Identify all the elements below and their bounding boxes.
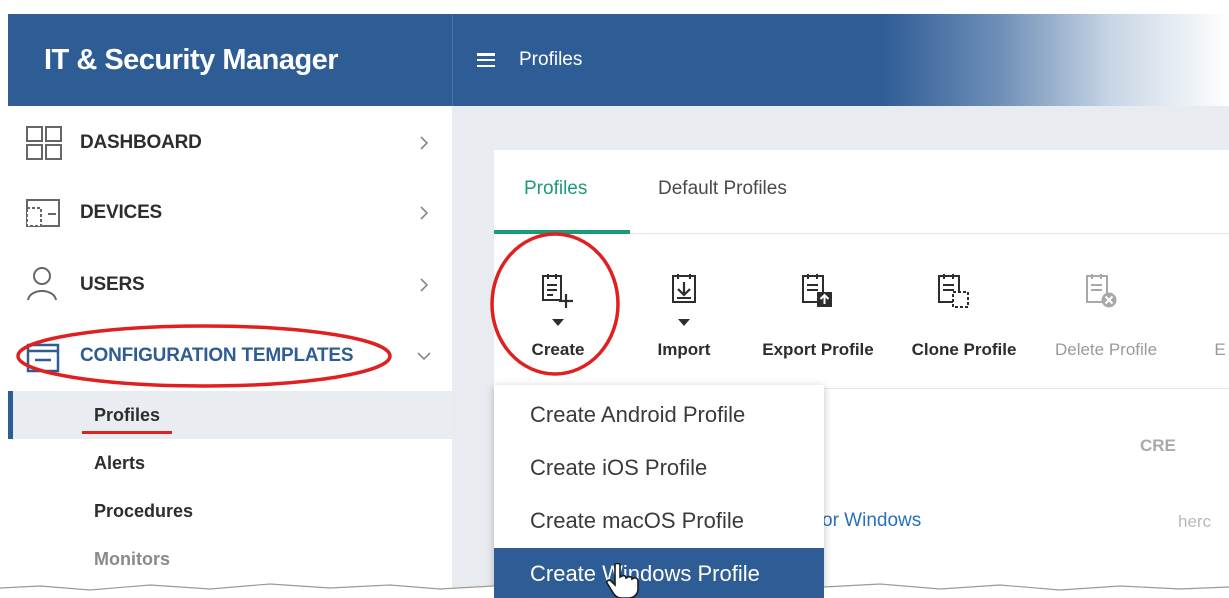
subitem-label: Profiles bbox=[94, 404, 161, 425]
tab-bar: Profiles Default Profiles bbox=[494, 150, 1229, 234]
devices-icon bbox=[26, 199, 60, 227]
truncated-toolbar-label: E bbox=[1214, 340, 1226, 359]
page-title: Profiles bbox=[519, 49, 583, 70]
dropdown-caret-icon bbox=[678, 319, 690, 326]
top-bar: Profiles bbox=[452, 14, 1229, 106]
clone-profile-icon bbox=[938, 274, 969, 308]
delete-profile-icon bbox=[1086, 274, 1117, 308]
chevron-down-icon bbox=[417, 352, 431, 361]
create-label: Create bbox=[531, 340, 585, 359]
sidebar-subitem-procedures[interactable]: Procedures bbox=[8, 487, 452, 535]
import-icon bbox=[672, 274, 696, 303]
user-icon bbox=[27, 267, 57, 301]
tab-default-profiles[interactable]: Default Profiles bbox=[658, 178, 787, 200]
export-profile-button[interactable]: Export Profile bbox=[756, 236, 880, 388]
tab-profiles[interactable]: Profiles bbox=[524, 178, 587, 200]
hamburger-menu-icon[interactable] bbox=[477, 53, 495, 67]
dashboard-icon bbox=[26, 126, 62, 160]
sidebar-item-dashboard[interactable]: DASHBOARD bbox=[8, 108, 452, 178]
sidebar-item-label: USERS bbox=[80, 274, 145, 295]
menu-item-create-windows-profile[interactable]: Create Windows Profile bbox=[494, 548, 824, 598]
create-profile-icon bbox=[542, 274, 573, 308]
subitem-label: Procedures bbox=[94, 500, 194, 521]
sidebar-subitem-profiles[interactable]: Profiles bbox=[8, 391, 452, 439]
chevron-right-icon bbox=[420, 136, 429, 150]
export-profile-icon bbox=[802, 274, 832, 307]
templates-icon bbox=[26, 343, 60, 373]
create-dropdown-menu: Create Android Profile Create iOS Profil… bbox=[494, 385, 824, 598]
profile-created-by: herc bbox=[1178, 512, 1212, 531]
delete-profile-button[interactable]: Delete Profile bbox=[1044, 236, 1174, 388]
table-column-header: CRE bbox=[1140, 436, 1176, 455]
profile-name-link[interactable]: or Windows bbox=[822, 510, 921, 532]
toolbar: Create Import Export Profile Clone Profi… bbox=[494, 236, 1229, 388]
chevron-right-icon bbox=[420, 206, 429, 220]
sidebar: DASHBOARD DEVICES USERS CONFIGURATION TE… bbox=[8, 106, 452, 598]
sidebar-item-configuration-templates[interactable]: CONFIGURATION TEMPLATES bbox=[8, 321, 452, 391]
app-title: IT & Security Manager bbox=[8, 14, 452, 106]
menu-item-create-macos-profile[interactable]: Create macOS Profile bbox=[494, 495, 824, 547]
export-profile-label: Export Profile bbox=[762, 340, 874, 359]
active-tab-indicator bbox=[494, 230, 630, 234]
menu-item-create-ios-profile[interactable]: Create iOS Profile bbox=[494, 442, 824, 494]
chevron-right-icon bbox=[420, 278, 429, 292]
sidebar-item-label: CONFIGURATION TEMPLATES bbox=[80, 345, 354, 366]
subitem-label: Alerts bbox=[94, 452, 146, 473]
menu-item-create-android-profile[interactable]: Create Android Profile bbox=[494, 389, 824, 441]
annotation-underline bbox=[82, 431, 172, 434]
sidebar-subitem-alerts[interactable]: Alerts bbox=[8, 439, 452, 487]
import-button[interactable]: Import bbox=[644, 236, 724, 388]
sidebar-item-users[interactable]: USERS bbox=[8, 250, 452, 320]
sidebar-item-devices[interactable]: DEVICES bbox=[8, 178, 452, 248]
sidebar-item-label: DASHBOARD bbox=[80, 132, 202, 153]
subitem-label: Monitors bbox=[94, 548, 170, 569]
dropdown-caret-icon bbox=[552, 319, 564, 326]
sidebar-subitem-monitors[interactable]: Monitors bbox=[8, 535, 452, 583]
clone-profile-button[interactable]: Clone Profile bbox=[904, 236, 1024, 388]
app-window: IT & Security Manager Profiles DASHBOARD… bbox=[0, 0, 1229, 598]
sidebar-item-label: DEVICES bbox=[80, 202, 163, 223]
create-button[interactable]: Create bbox=[494, 236, 624, 388]
clone-profile-label: Clone Profile bbox=[911, 340, 1017, 359]
delete-profile-label: Delete Profile bbox=[1054, 340, 1158, 359]
import-label: Import bbox=[657, 340, 711, 359]
